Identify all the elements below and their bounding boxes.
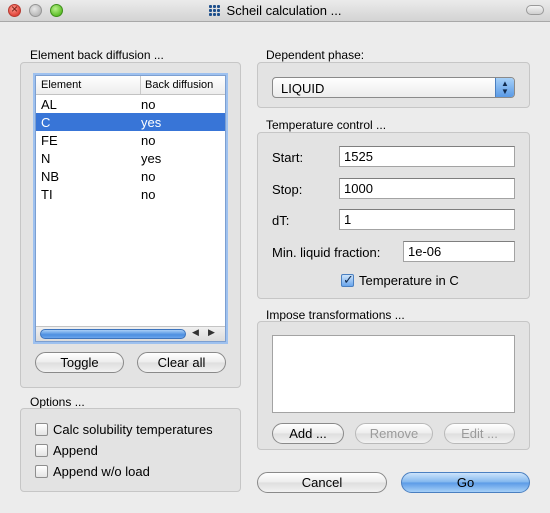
clear-all-button[interactable]: Clear all bbox=[137, 352, 226, 373]
cancel-button[interactable]: Cancel bbox=[257, 472, 387, 493]
start-input[interactable] bbox=[339, 146, 515, 167]
options-group-label: Options ... bbox=[30, 395, 85, 409]
element-table[interactable]: Element Back diffusion AL no C yes FE no… bbox=[35, 75, 226, 342]
table-row[interactable]: N yes bbox=[36, 149, 225, 167]
horizontal-scrollbar[interactable]: ◀ ▶ bbox=[36, 326, 225, 341]
start-label: Start: bbox=[272, 150, 304, 165]
dependent-phase-select[interactable]: LIQUID ▲ ▼ bbox=[272, 77, 515, 98]
checkbox-box[interactable] bbox=[35, 444, 48, 457]
element-cell: NB bbox=[41, 169, 60, 184]
add-transformation-button[interactable]: Add ... bbox=[272, 423, 344, 444]
dependent-phase-value: LIQUID bbox=[281, 81, 325, 96]
impose-transformations-label: Impose transformations ... bbox=[266, 308, 405, 322]
scrollbar-thumb[interactable] bbox=[40, 329, 186, 339]
temperature-control-label: Temperature control ... bbox=[266, 118, 387, 132]
element-cell: FE bbox=[41, 133, 58, 148]
column-header-element[interactable]: Element bbox=[41, 79, 81, 91]
back-diffusion-cell: yes bbox=[141, 151, 162, 166]
element-cell: TI bbox=[41, 187, 53, 202]
transformations-list[interactable] bbox=[272, 335, 515, 413]
stop-input[interactable] bbox=[339, 178, 515, 199]
element-group-label: Element back diffusion ... bbox=[30, 48, 164, 62]
table-row[interactable]: TI no bbox=[36, 185, 225, 203]
element-cell: AL bbox=[41, 97, 57, 112]
remove-transformation-button[interactable]: Remove bbox=[355, 423, 433, 444]
scroll-left-icon[interactable]: ◀ bbox=[192, 327, 199, 338]
edit-transformation-button[interactable]: Edit ... bbox=[444, 423, 515, 444]
append-without-load-checkbox[interactable]: Append w/o load bbox=[35, 464, 150, 479]
dependent-phase-label: Dependent phase: bbox=[266, 48, 365, 62]
checkbox-label: Calc solubility temperatures bbox=[53, 422, 213, 437]
min-liquid-fraction-input[interactable] bbox=[403, 241, 515, 262]
scroll-right-icon[interactable]: ▶ bbox=[208, 327, 215, 338]
element-cell: C bbox=[41, 115, 51, 130]
title-bar: Scheil calculation ... bbox=[0, 0, 550, 22]
select-arrows-icon: ▲ ▼ bbox=[495, 78, 514, 97]
checkbox-label: Append w/o load bbox=[53, 464, 150, 479]
back-diffusion-cell: yes bbox=[141, 115, 162, 130]
checkbox-box[interactable] bbox=[35, 423, 48, 436]
calc-solubility-checkbox[interactable]: Calc solubility temperatures bbox=[35, 422, 213, 437]
table-row[interactable]: NB no bbox=[36, 167, 225, 185]
toolbar-toggle-icon[interactable] bbox=[526, 5, 544, 15]
dt-label: dT: bbox=[272, 213, 290, 228]
toggle-button[interactable]: Toggle bbox=[35, 352, 124, 373]
app-icon bbox=[208, 5, 221, 17]
append-checkbox[interactable]: Append bbox=[35, 443, 98, 458]
temperature-in-c-checkbox[interactable]: Temperature in C bbox=[341, 272, 459, 288]
window-title: Scheil calculation ... bbox=[0, 3, 550, 18]
back-diffusion-cell: no bbox=[141, 169, 156, 184]
table-row[interactable]: AL no bbox=[36, 95, 225, 113]
checkbox-box-checked[interactable] bbox=[341, 272, 354, 288]
back-diffusion-cell: no bbox=[141, 97, 156, 112]
table-row[interactable]: FE no bbox=[36, 131, 225, 149]
dt-input[interactable] bbox=[339, 209, 515, 230]
checkbox-label: Temperature in C bbox=[359, 273, 459, 288]
checkbox-box[interactable] bbox=[35, 465, 48, 478]
table-row-selected[interactable]: C yes bbox=[36, 113, 225, 131]
window-title-text: Scheil calculation ... bbox=[226, 3, 342, 18]
table-header: Element Back diffusion bbox=[36, 76, 225, 95]
back-diffusion-cell: no bbox=[141, 187, 156, 202]
stop-label: Stop: bbox=[272, 182, 303, 197]
min-liquid-fraction-label: Min. liquid fraction: bbox=[272, 245, 381, 260]
back-diffusion-cell: no bbox=[141, 133, 156, 148]
element-cell: N bbox=[41, 151, 51, 166]
checkbox-label: Append bbox=[53, 443, 98, 458]
column-header-back-diffusion[interactable]: Back diffusion bbox=[140, 76, 213, 94]
go-button[interactable]: Go bbox=[401, 472, 530, 493]
